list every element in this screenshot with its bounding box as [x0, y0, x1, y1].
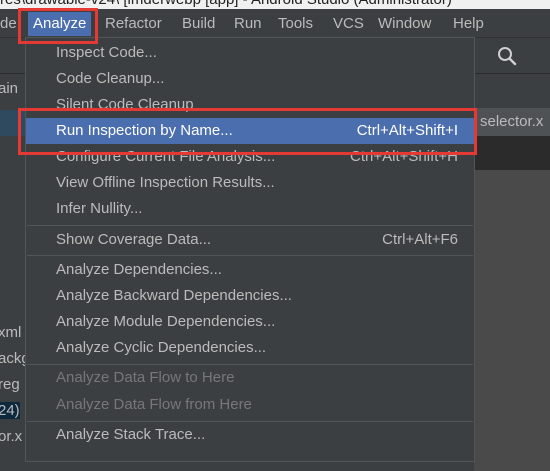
menu-item-analyze-data-flow-to-here: Analyze Data Flow to Here: [26, 365, 474, 391]
menu-item-label: Analyze Data Flow from Here: [56, 396, 252, 413]
window-title: res\drawable-v24\ [imderwebp [app] - And…: [0, 0, 452, 8]
menu-tools[interactable]: Tools: [273, 12, 318, 36]
menu-item-infer-nullity[interactable]: Infer Nullity...: [26, 196, 474, 222]
menu-item-show-coverage-data[interactable]: Show Coverage Data... Ctrl+Alt+F6: [26, 227, 474, 253]
editor-tab[interactable]: selector.x: [474, 108, 550, 136]
project-tree-fragment[interactable]: xml: [0, 324, 21, 341]
menu-item-label: Analyze Data Flow to Here: [56, 369, 235, 386]
menu-item-label: Silent Code Cleanup: [56, 96, 194, 113]
menu-item-label: Show Coverage Data...: [56, 231, 212, 248]
menu-help[interactable]: Help: [448, 12, 489, 36]
project-tree-fragment[interactable]: or.x: [0, 428, 22, 445]
menu-item-label: Configure Current File Analysis...: [56, 148, 276, 165]
menu-item-configure-current-file-analysis[interactable]: Configure Current File Analysis... Ctrl+…: [26, 144, 474, 170]
menu-separator: [27, 255, 473, 256]
menu-item-shortcut: Ctrl+Alt+Shift+H: [350, 148, 458, 165]
project-tree-fragment[interactable]: ain: [0, 80, 18, 97]
menu-build[interactable]: Build: [177, 12, 220, 36]
menu-item-run-inspection-by-name[interactable]: Run Inspection by Name... Ctrl+Alt+Shift…: [26, 118, 474, 144]
menu-item-silent-code-cleanup[interactable]: Silent Code Cleanup: [26, 92, 474, 118]
menu-item-label: Infer Nullity...: [56, 200, 143, 217]
menu-item-label: Analyze Cyclic Dependencies...: [56, 339, 267, 356]
menu-refactor[interactable]: Refactor: [100, 12, 167, 36]
menu-item-analyze-cyclic-dependencies[interactable]: Analyze Cyclic Dependencies...: [26, 335, 474, 361]
menu-analyze[interactable]: Analyze: [28, 12, 92, 36]
menu-item-label: Run Inspection by Name...: [56, 122, 233, 139]
project-tree-selected-row[interactable]: [0, 110, 25, 136]
project-tree-fragment[interactable]: reg: [0, 376, 20, 393]
menu-code[interactable]: de: [0, 12, 22, 36]
menu-item-inspect-code[interactable]: Inspect Code...: [26, 40, 474, 66]
menu-item-label: View Offline Inspection Results...: [56, 174, 275, 191]
menu-item-analyze-data-flow-from-here: Analyze Data Flow from Here: [26, 392, 474, 418]
menu-item-label: Analyze Module Dependencies...: [56, 313, 276, 330]
project-panel: ain xml ackg reg 24) or.x: [0, 74, 25, 471]
menu-run[interactable]: Run: [229, 12, 267, 36]
menu-item-label: Inspect Code...: [56, 44, 157, 61]
menu-item-analyze-dependencies[interactable]: Analyze Dependencies...: [26, 257, 474, 283]
menu-window[interactable]: Window: [373, 12, 436, 36]
menubar: de Analyze Refactor Build Run Tools VCS …: [0, 9, 550, 38]
editor-background: [474, 170, 550, 471]
menu-item-shortcut: Ctrl+Alt+F6: [382, 231, 458, 248]
menu-item-label: Analyze Stack Trace...: [56, 426, 206, 443]
menu-item-label: Analyze Dependencies...: [56, 261, 222, 278]
menu-item-view-offline-inspection-results[interactable]: View Offline Inspection Results...: [26, 170, 474, 196]
menu-item-label: Analyze Backward Dependencies...: [56, 287, 292, 304]
menu-separator: [27, 225, 473, 226]
menu-vcs[interactable]: VCS: [328, 12, 369, 36]
menu-item-analyze-stack-trace[interactable]: Analyze Stack Trace...: [26, 422, 474, 448]
menu-item-code-cleanup[interactable]: Code Cleanup...: [26, 66, 474, 92]
menu-item-analyze-module-dependencies[interactable]: Analyze Module Dependencies...: [26, 309, 474, 335]
menu-item-analyze-backward-dependencies[interactable]: Analyze Backward Dependencies...: [26, 283, 474, 309]
search-icon[interactable]: [497, 46, 517, 66]
menu-item-label: Code Cleanup...: [56, 70, 165, 87]
analyze-menu: Inspect Code... Code Cleanup... Silent C…: [25, 37, 475, 462]
project-tree-fragment[interactable]: ackg: [0, 350, 25, 367]
window-titlebar: res\drawable-v24\ [imderwebp [app] - And…: [0, 0, 550, 9]
menu-item-shortcut: Ctrl+Alt+Shift+I: [356, 122, 458, 139]
editor-toolbar-strip: [474, 74, 550, 108]
project-tree-fragment[interactable]: 24): [0, 402, 20, 419]
